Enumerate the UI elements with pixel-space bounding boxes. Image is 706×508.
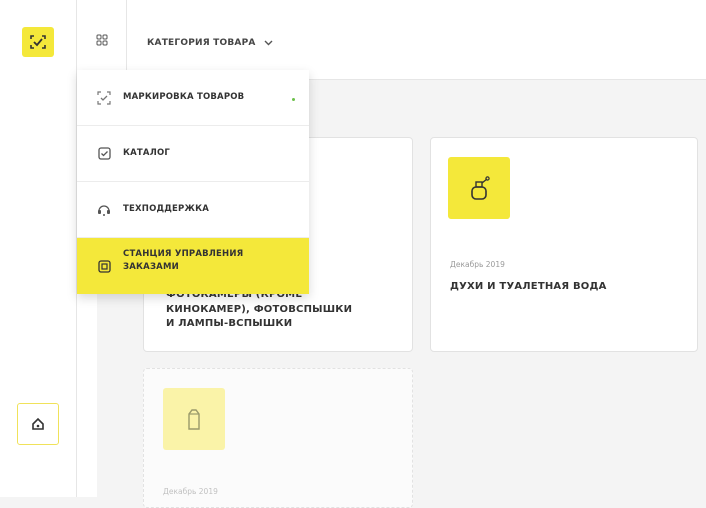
marking-icon: [95, 89, 113, 107]
chevron-down-icon: [264, 40, 273, 46]
support-icon: [95, 201, 113, 219]
grid-icon: [96, 34, 107, 46]
card-date: Декабрь 2019: [450, 260, 505, 269]
card-date: Декабрь 2019: [163, 487, 218, 496]
menu-item-order-station[interactable]: СТАНЦИЯ УПРАВЛЕНИЯ ЗАКАЗАМИ: [77, 238, 309, 294]
card-thumbnail: [163, 388, 225, 450]
catalog-icon: [95, 145, 113, 163]
card-title-line: КИНОКАМЕР), ФОТОВСПЫШКИ: [166, 303, 353, 315]
menu-item-label-line: СТАНЦИЯ УПРАВЛЕНИЯ: [123, 249, 244, 259]
card-title: ФОТОКАМЕРЫ (КРОМЕ КИНОКАМЕР), ФОТОВСПЫШК…: [166, 288, 411, 332]
top-bar: КАТЕГОРИЯ ТОВАРА: [77, 0, 706, 80]
menu-item-label: СТАНЦИЯ УПРАВЛЕНИЯ ЗАКАЗАМИ: [123, 248, 243, 274]
menu-item-label: КАТАЛОГ: [123, 148, 171, 159]
navigation-dropdown-menu: МАРКИРОВКА ТОВАРОВ КАТАЛОГ ТЕХПОДДЕРЖКА: [77, 70, 309, 294]
menu-item-catalog[interactable]: КАТАЛОГ: [77, 126, 309, 182]
home-icon: [32, 417, 44, 430]
logo-check-icon[interactable]: [22, 27, 54, 57]
menu-item-label-line: ЗАКАЗАМИ: [123, 261, 179, 272]
menu-item-marking[interactable]: МАРКИРОВКА ТОВАРОВ: [77, 70, 309, 126]
category-dropdown[interactable]: КАТЕГОРИЯ ТОВАРА: [147, 36, 273, 50]
active-status-dot: [292, 97, 295, 101]
menu-item-label: ТЕХПОДДЕРЖКА: [123, 204, 210, 215]
order-station-icon: [95, 257, 113, 275]
product-card-third[interactable]: Декабрь 2019: [143, 368, 413, 508]
menu-item-support[interactable]: ТЕХПОДДЕРЖКА: [77, 182, 309, 238]
card-title-line: И ЛАМПЫ-ВСПЫШКИ: [166, 318, 293, 329]
perfume-bottle-icon: [471, 176, 490, 200]
apps-grid-button[interactable]: [77, 0, 127, 80]
left-rail: [0, 0, 77, 497]
home-button[interactable]: [17, 403, 59, 445]
card-title: ДУХИ И ТУАЛЕТНАЯ ВОДА: [450, 281, 607, 292]
product-card-perfume[interactable]: Декабрь 2019 ДУХИ И ТУАЛЕТНАЯ ВОДА: [430, 137, 698, 352]
carton-pack-icon: [188, 409, 200, 430]
category-label: КАТЕГОРИЯ ТОВАРА: [147, 37, 256, 48]
menu-item-label: МАРКИРОВКА ТОВАРОВ: [123, 92, 245, 103]
card-thumbnail: [448, 157, 510, 219]
